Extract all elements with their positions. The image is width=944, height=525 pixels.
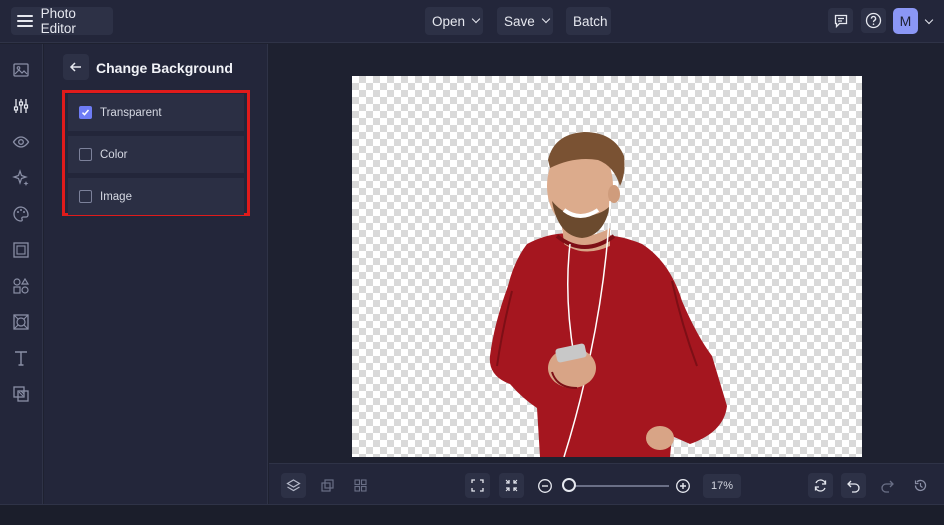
zoom-in-button[interactable]	[670, 473, 695, 498]
zoom-slider-handle[interactable]	[562, 478, 576, 492]
layers-button[interactable]	[281, 473, 306, 498]
rail-overlays-button[interactable]	[11, 384, 31, 404]
zoom-level-field[interactable]: 17%	[703, 474, 741, 498]
main-menu-button[interactable]: Photo Editor	[11, 6, 113, 36]
option-color[interactable]: Color	[68, 136, 244, 173]
reset-button[interactable]	[808, 473, 833, 498]
help-icon	[865, 12, 882, 29]
adjustments-icon	[13, 99, 29, 113]
option-transparent[interactable]: Transparent	[68, 94, 244, 131]
save-menu-button[interactable]: Save	[497, 7, 553, 35]
history-icon	[914, 479, 927, 492]
undo-button[interactable]	[841, 473, 866, 498]
grid-button[interactable]	[348, 473, 373, 498]
open-menu-button[interactable]: Open	[425, 7, 483, 35]
open-label: Open	[432, 13, 466, 29]
texture-icon	[13, 314, 29, 330]
fit-screen-button[interactable]	[465, 473, 490, 498]
account-chevron-icon[interactable]	[924, 15, 934, 25]
subject-photo	[489, 132, 727, 457]
rail-view-button[interactable]	[11, 132, 31, 152]
help-button[interactable]	[861, 8, 886, 33]
image-icon	[13, 63, 29, 77]
layers-icon	[286, 479, 301, 492]
checkbox-checked[interactable]	[79, 106, 92, 119]
rail-textures-button[interactable]	[11, 312, 31, 332]
actual-size-button[interactable]	[499, 473, 524, 498]
checkbox[interactable]	[79, 190, 92, 203]
avatar-initial: M	[899, 13, 912, 29]
status-footer	[0, 504, 944, 525]
feedback-button[interactable]	[828, 8, 853, 33]
back-button[interactable]	[63, 54, 89, 80]
shapes-icon	[13, 277, 30, 294]
rail-image-button[interactable]	[11, 60, 31, 80]
batch-label: Batch	[573, 13, 608, 29]
compare-button[interactable]	[315, 473, 340, 498]
background-options-highlight: Transparent Color Image	[62, 90, 250, 216]
chevron-down-icon	[541, 14, 551, 24]
rail-frames-button[interactable]	[11, 240, 31, 260]
collapse-icon	[505, 479, 518, 492]
rail-effects-button[interactable]	[11, 168, 31, 188]
canvas-area	[269, 44, 944, 463]
option-label: Color	[100, 148, 128, 161]
overlay-icon	[13, 386, 29, 402]
rail-paint-button[interactable]	[11, 204, 31, 224]
bottom-toolbar: 17%	[269, 463, 944, 504]
checkbox[interactable]	[79, 148, 92, 161]
batch-button[interactable]: Batch	[566, 7, 611, 35]
tool-rail	[0, 44, 43, 504]
zoom-out-button[interactable]	[532, 473, 557, 498]
redo-button[interactable]	[875, 473, 900, 498]
option-label: Image	[100, 190, 132, 203]
expand-icon	[471, 479, 484, 492]
image-canvas[interactable]	[352, 76, 862, 457]
plus-circle-icon	[675, 478, 690, 493]
panel-title: Change Background	[96, 60, 233, 76]
rail-adjustments-button[interactable]	[11, 96, 31, 116]
sparkle-icon	[12, 169, 29, 186]
option-image[interactable]: Image	[68, 178, 244, 215]
photo-editor-app: Photo Editor Open Save Batch M Change Ba…	[0, 0, 944, 525]
eye-icon	[12, 136, 30, 148]
chevron-down-icon	[471, 14, 481, 24]
avatar[interactable]: M	[893, 8, 918, 34]
undo-icon	[847, 480, 860, 493]
frame-icon	[13, 242, 29, 258]
minus-circle-icon	[537, 478, 552, 493]
text-icon	[15, 351, 27, 366]
arrow-left-icon	[69, 62, 81, 72]
option-label: Transparent	[100, 106, 162, 119]
chat-icon	[834, 14, 847, 28]
save-label: Save	[504, 13, 535, 29]
grid-icon	[354, 479, 367, 492]
history-button[interactable]	[908, 473, 933, 498]
app-title: Photo Editor	[40, 6, 76, 36]
palette-icon	[13, 206, 29, 222]
compare-icon	[321, 479, 334, 492]
refresh-icon	[814, 479, 827, 492]
top-bar: Photo Editor Open Save Batch M	[0, 0, 944, 43]
rail-graphics-button[interactable]	[11, 276, 31, 296]
hamburger-icon	[17, 15, 33, 27]
rail-text-button[interactable]	[11, 348, 31, 368]
check-icon	[81, 109, 90, 116]
zoom-slider-track[interactable]	[571, 485, 669, 487]
redo-icon	[881, 480, 894, 493]
